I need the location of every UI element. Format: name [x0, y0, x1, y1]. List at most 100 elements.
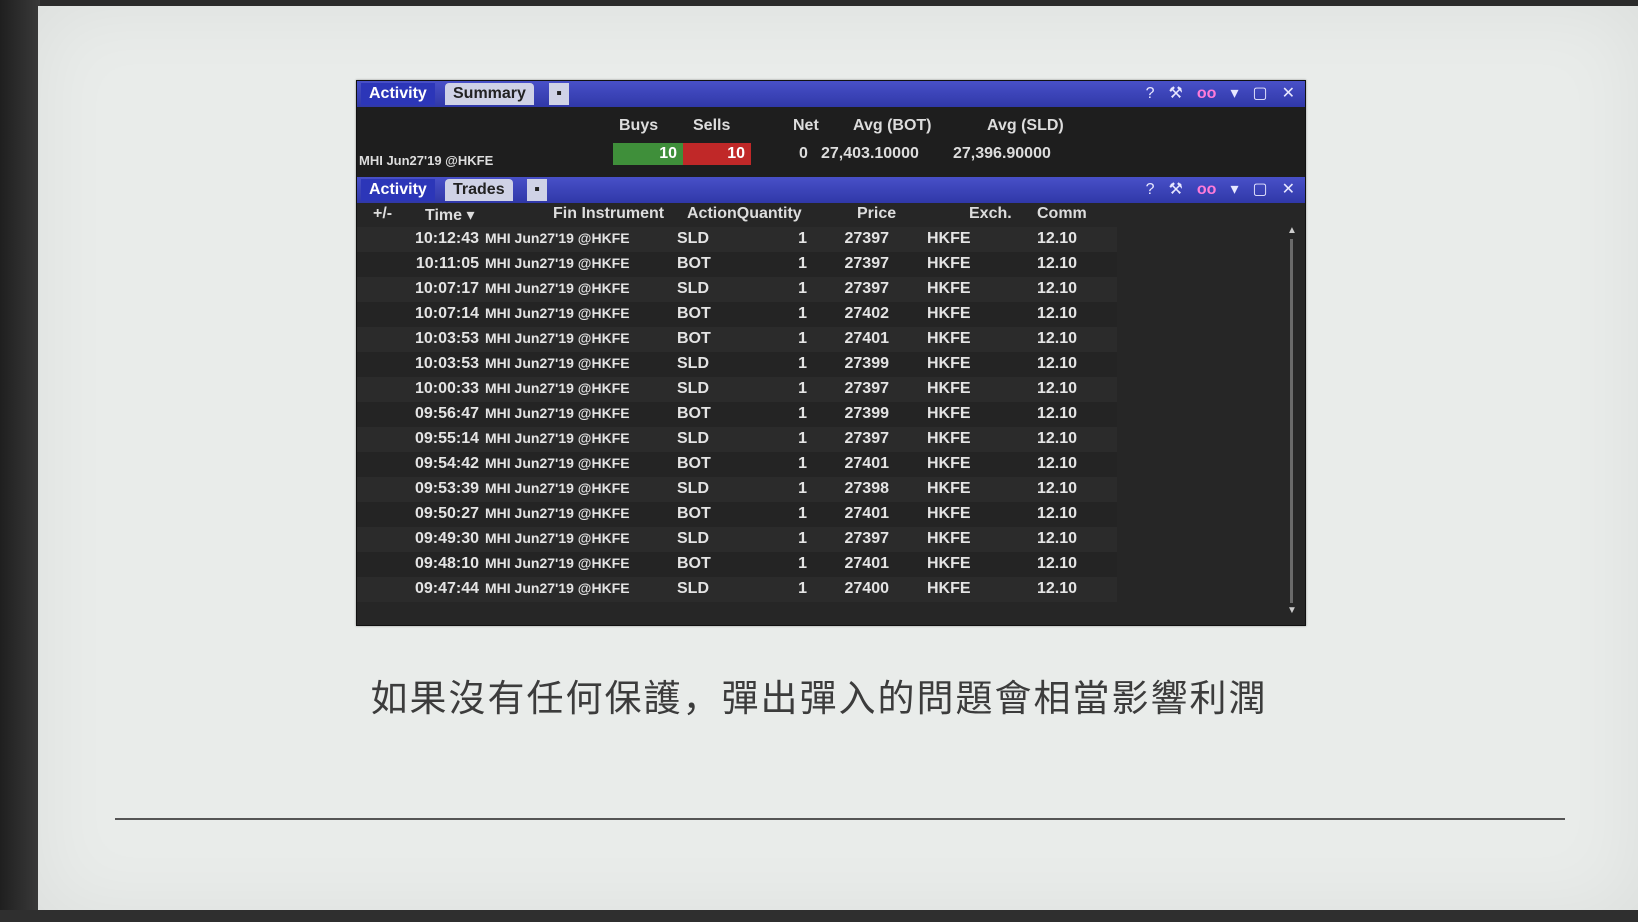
- column-header-avg-bot[interactable]: Avg (BOT): [853, 117, 932, 135]
- trade-time: 10:03:53: [414, 355, 479, 372]
- table-row[interactable]: 10:00:33 MHI Jun27'19 @HKFE SLD 1 27397 HKFE 1…: [357, 377, 1117, 402]
- trade-commission: 12.10: [1036, 405, 1077, 422]
- trade-action: BOT: [677, 455, 711, 472]
- trade-action: SLD: [677, 230, 709, 247]
- trade-action: BOT: [677, 555, 711, 572]
- trade-commission: 12.10: [1036, 380, 1077, 397]
- trade-exchange: HKFE: [927, 405, 971, 422]
- trade-price: 27400: [844, 580, 890, 597]
- trade-exchange: HKFE: [927, 355, 971, 372]
- trade-instrument: MHI Jun27'19 @HKFE: [485, 555, 630, 571]
- slide-divider-line: [115, 818, 1565, 820]
- tab-trades[interactable]: Trades: [445, 179, 513, 201]
- table-row[interactable]: 10:03:53 MHI Jun27'19 @HKFE BOT 1 27401 HKFE 1…: [357, 327, 1117, 352]
- table-row[interactable]: 09:53:39 MHI Jun27'19 @HKFE SLD 1 27398 HKFE 1…: [357, 477, 1117, 502]
- column-header-price[interactable]: Price: [857, 205, 896, 223]
- add-tab-button[interactable]: ▪: [549, 83, 569, 105]
- link-icon[interactable]: oo: [1197, 179, 1217, 201]
- table-row[interactable]: 09:56:47 MHI Jun27'19 @HKFE BOT 1 27399 HKFE 1…: [357, 402, 1117, 427]
- trade-action: BOT: [677, 305, 711, 322]
- trade-commission: 12.10: [1036, 555, 1077, 572]
- expand-icon[interactable]: ▢: [1252, 179, 1267, 201]
- trade-price: 27397: [844, 530, 890, 547]
- slide-caption: 如果沒有任何保護，彈出彈入的問題會相當影響利潤: [370, 677, 1268, 720]
- avg-bot-value: 27,403.10000: [821, 145, 919, 162]
- scrollbar-track[interactable]: [1290, 239, 1293, 603]
- trade-price: 27397: [844, 255, 890, 272]
- close-icon[interactable]: ✕: [1282, 83, 1295, 105]
- wrench-icon[interactable]: ⚒: [1169, 83, 1183, 105]
- tab-activity-trades-panel[interactable]: Activity: [361, 179, 435, 201]
- trade-commission: 12.10: [1036, 305, 1077, 322]
- trade-instrument: MHI Jun27'19 @HKFE: [485, 255, 630, 271]
- column-header-fin-instrument[interactable]: Fin Instrument: [553, 205, 664, 223]
- wrench-icon[interactable]: ⚒: [1169, 179, 1183, 201]
- trade-commission: 12.10: [1036, 280, 1077, 297]
- help-icon[interactable]: ?: [1146, 179, 1155, 201]
- trade-time: 09:50:27: [414, 505, 479, 522]
- column-header-time[interactable]: Time ▾: [425, 205, 475, 225]
- trade-rows: 10:12:43 MHI Jun27'19 @HKFE SLD 1 27397 HKFE 1…: [357, 227, 1117, 602]
- trade-price: 27401: [844, 330, 890, 347]
- column-header-avg-sld[interactable]: Avg (SLD): [987, 117, 1064, 135]
- trade-commission: 12.10: [1036, 430, 1077, 447]
- chevron-down-icon[interactable]: ▾: [1230, 179, 1238, 201]
- column-header-comm[interactable]: Comm: [1037, 205, 1087, 223]
- column-header-plus-minus[interactable]: +/-: [373, 205, 392, 223]
- trade-price: 27397: [844, 430, 890, 447]
- chevron-down-icon[interactable]: ▾: [1230, 83, 1238, 105]
- trade-exchange: HKFE: [927, 430, 971, 447]
- column-header-action-quantity[interactable]: ActionQuantity: [687, 205, 802, 223]
- link-icon[interactable]: oo: [1197, 83, 1217, 105]
- table-row[interactable]: 10:07:17 MHI Jun27'19 @HKFE SLD 1 27397 HKFE 1…: [357, 277, 1117, 302]
- trade-commission: 12.10: [1036, 580, 1077, 597]
- trade-quantity: 1: [798, 405, 807, 422]
- trade-instrument: MHI Jun27'19 @HKFE: [485, 330, 630, 346]
- trade-time: 10:07:17: [414, 280, 479, 297]
- trade-quantity: 1: [798, 480, 807, 497]
- table-row[interactable]: 09:55:14 MHI Jun27'19 @HKFE SLD 1 27397 HKFE 1…: [357, 427, 1117, 452]
- trade-time: 09:54:42: [414, 455, 479, 472]
- help-icon[interactable]: ?: [1146, 83, 1155, 105]
- trade-quantity: 1: [798, 455, 807, 472]
- trade-price: 27399: [844, 405, 890, 422]
- column-header-net[interactable]: Net: [793, 117, 819, 135]
- table-row[interactable]: 09:50:27 MHI Jun27'19 @HKFE BOT 1 27401 HKFE 1…: [357, 502, 1117, 527]
- table-row[interactable]: 10:07:14 MHI Jun27'19 @HKFE BOT 1 27402 HKFE 1…: [357, 302, 1117, 327]
- trade-instrument: MHI Jun27'19 @HKFE: [485, 230, 630, 246]
- trade-action: SLD: [677, 280, 709, 297]
- trade-time: 09:56:47: [414, 405, 479, 422]
- trade-exchange: HKFE: [927, 280, 971, 297]
- trade-commission: 12.10: [1036, 455, 1077, 472]
- close-icon[interactable]: ✕: [1282, 179, 1295, 201]
- column-header-exch[interactable]: Exch.: [969, 205, 1012, 223]
- scroll-up-icon[interactable]: ▲: [1287, 225, 1297, 237]
- trade-price: 27397: [844, 380, 890, 397]
- summary-instrument[interactable]: MHI Jun27'19 @HKFE: [359, 153, 493, 168]
- trade-instrument: MHI Jun27'19 @HKFE: [485, 505, 630, 521]
- add-tab-button-trades[interactable]: ▪: [527, 179, 547, 201]
- trading-window: Activity Summary ▪ ? ⚒ oo ▾ ▢ ✕ Buys Sel…: [356, 80, 1306, 626]
- table-row[interactable]: 09:54:42 MHI Jun27'19 @HKFE BOT 1 27401 HKFE 1…: [357, 452, 1117, 477]
- trade-time: 09:49:30: [414, 530, 479, 547]
- trade-instrument: MHI Jun27'19 @HKFE: [485, 455, 630, 471]
- trade-instrument: MHI Jun27'19 @HKFE: [485, 355, 630, 371]
- table-row[interactable]: 10:12:43 MHI Jun27'19 @HKFE SLD 1 27397 HKFE 1…: [357, 227, 1117, 252]
- column-header-sells[interactable]: Sells: [693, 117, 730, 135]
- tab-summary[interactable]: Summary: [445, 83, 534, 105]
- trade-commission: 12.10: [1036, 255, 1077, 272]
- summary-panel-toolbar: ? ⚒ oo ▾ ▢ ✕: [1146, 83, 1295, 105]
- trade-commission: 12.10: [1036, 530, 1077, 547]
- trade-action: SLD: [677, 580, 709, 597]
- table-row[interactable]: 09:49:30 MHI Jun27'19 @HKFE SLD 1 27397 HKFE 1…: [357, 527, 1117, 552]
- table-row[interactable]: 10:11:05 MHI Jun27'19 @HKFE BOT 1 27397 HKFE 1…: [357, 252, 1117, 277]
- table-row[interactable]: 09:48:10 MHI Jun27'19 @HKFE BOT 1 27401 HKFE 1…: [357, 552, 1117, 577]
- table-row[interactable]: 10:03:53 MHI Jun27'19 @HKFE SLD 1 27399 HKFE 1…: [357, 352, 1117, 377]
- trade-instrument: MHI Jun27'19 @HKFE: [485, 580, 630, 596]
- scroll-down-icon[interactable]: ▼: [1287, 605, 1297, 617]
- vertical-scrollbar[interactable]: ▲ ▼: [1287, 225, 1297, 617]
- column-header-buys[interactable]: Buys: [619, 117, 658, 135]
- tab-activity-summary-panel[interactable]: Activity: [361, 83, 435, 105]
- table-row[interactable]: 09:47:44 MHI Jun27'19 @HKFE SLD 1 27400 HKFE 1…: [357, 577, 1117, 602]
- expand-icon[interactable]: ▢: [1252, 83, 1267, 105]
